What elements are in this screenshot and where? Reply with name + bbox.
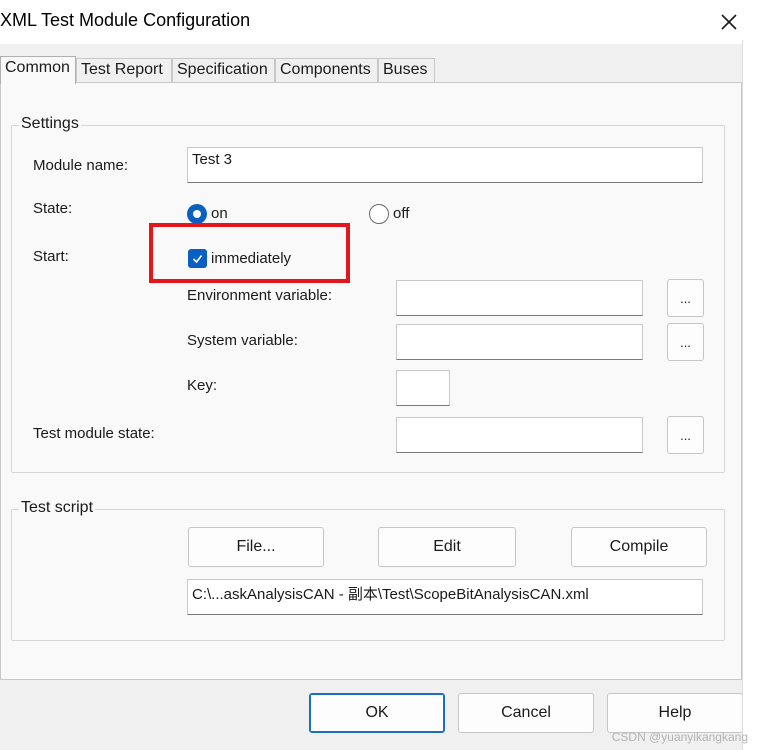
tab-strip: Common Test Report Specification Compone… <box>0 56 760 84</box>
env-var-label: Environment variable: <box>187 287 333 304</box>
annotation-highlight-box <box>149 223 350 283</box>
ok-button[interactable]: OK <box>309 693 445 733</box>
sys-var-browse-button[interactable]: ... <box>667 323 704 361</box>
env-var-input[interactable] <box>396 280 643 316</box>
title-bar: XML Test Module Configuration <box>0 0 760 44</box>
env-var-browse-button[interactable]: ... <box>667 279 704 317</box>
close-icon <box>721 14 737 30</box>
state-on-label: on <box>211 205 228 222</box>
test-module-state-label: Test module state: <box>33 425 155 442</box>
state-off-radio[interactable] <box>369 204 389 224</box>
tab-buses[interactable]: Buses <box>378 58 435 84</box>
settings-group-title: Settings <box>19 115 81 133</box>
tab-specification[interactable]: Specification <box>172 58 275 84</box>
sys-var-label: System variable: <box>187 332 298 349</box>
test-module-state-browse-button[interactable]: ... <box>667 416 704 454</box>
key-input[interactable] <box>396 370 450 406</box>
watermark-text: CSDN @yuanyikangkang <box>611 730 748 744</box>
start-label: Start: <box>33 248 69 265</box>
tab-test-report[interactable]: Test Report <box>76 58 172 84</box>
module-name-label: Module name: <box>33 157 129 174</box>
common-tab-page: Settings Module name: Test 3 State: on o… <box>0 82 742 680</box>
state-label: State: <box>33 200 73 217</box>
module-name-input[interactable]: Test 3 <box>187 147 703 183</box>
edit-button[interactable]: Edit <box>378 527 516 567</box>
close-button[interactable] <box>706 4 752 40</box>
test-script-group-title: Test script <box>19 499 96 517</box>
tab-common[interactable]: Common <box>0 56 76 84</box>
compile-button[interactable]: Compile <box>571 527 707 567</box>
tab-components[interactable]: Components <box>275 58 378 84</box>
test-module-state-input[interactable] <box>396 417 643 453</box>
state-on-radio[interactable] <box>187 204 207 224</box>
cancel-button[interactable]: Cancel <box>458 693 594 733</box>
window-title: XML Test Module Configuration <box>0 10 251 30</box>
help-button[interactable]: Help <box>607 693 743 733</box>
sys-var-input[interactable] <box>396 324 643 360</box>
key-label: Key: <box>187 377 218 394</box>
xml-test-module-dialog: XML Test Module Configuration Common Tes… <box>0 0 760 750</box>
script-path-input[interactable]: C:\...askAnalysisCAN - 副本\Test\ScopeBitA… <box>187 579 703 615</box>
file-button[interactable]: File... <box>188 527 324 567</box>
state-off-label: off <box>393 205 410 222</box>
background-window-edge <box>742 40 760 750</box>
